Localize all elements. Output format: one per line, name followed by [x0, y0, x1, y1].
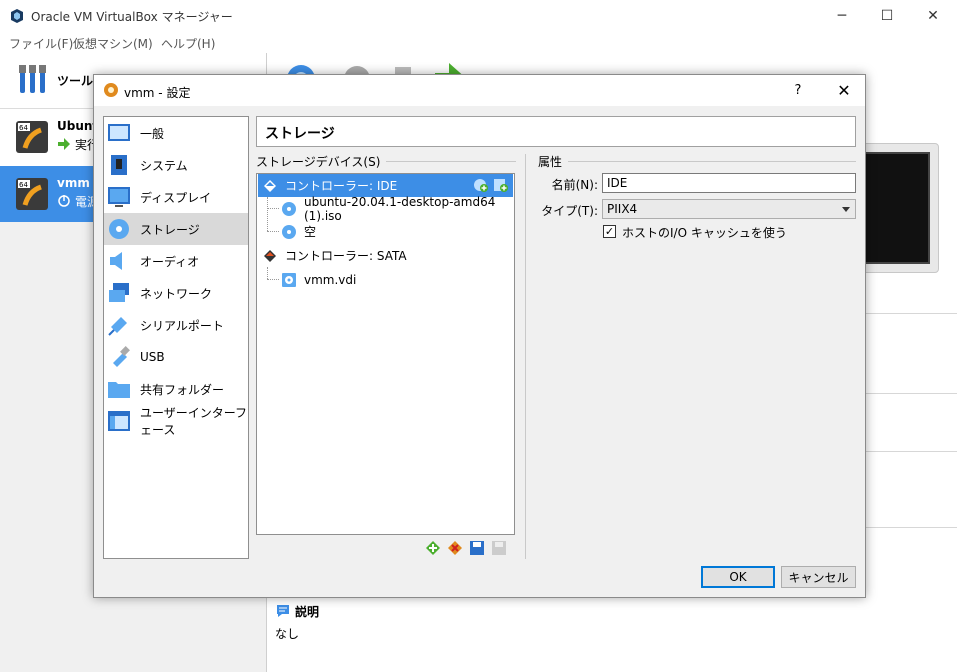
- network-icon: [109, 283, 129, 302]
- name-label: 名前(N):: [551, 178, 598, 192]
- attributes-label: 属性: [538, 155, 563, 169]
- description-text: なし: [275, 627, 300, 641]
- ok-button[interactable]: OK: [701, 566, 775, 588]
- add-optical-drive-icon[interactable]: [473, 177, 489, 193]
- main-window-title: Oracle VM VirtualBox マネージャー: [31, 10, 233, 24]
- category-label: システム: [140, 158, 188, 173]
- menu-help[interactable]: ヘルプ(H): [161, 35, 215, 52]
- category-label: ストレージ: [140, 222, 200, 237]
- vmm-vm-icon: 64: [16, 178, 48, 210]
- display-icon: [108, 187, 130, 207]
- category-user-interface[interactable]: ユーザーインターフェース: [104, 405, 248, 437]
- sata-controller-icon: [264, 249, 276, 262]
- tree-label: 空: [304, 225, 317, 239]
- category-storage[interactable]: ストレージ: [104, 213, 248, 245]
- category-label: 一般: [140, 126, 165, 141]
- controller-type-select[interactable]: PIIX4: [602, 199, 856, 219]
- storage-tree-toolbar: [424, 539, 514, 559]
- category-label: ネットワーク: [140, 286, 213, 301]
- menu-machine[interactable]: 仮想マシン(M): [73, 35, 153, 52]
- power-off-icon: [58, 195, 70, 207]
- dialog-close-button[interactable]: ✕: [828, 75, 860, 106]
- dialog-titlebar: vmm - 設定 ? ✕: [94, 75, 865, 106]
- category-label: ディスプレイ: [140, 190, 212, 205]
- host-io-cache-checkbox[interactable]: ✓: [603, 225, 616, 238]
- add-controller-icon[interactable]: [424, 539, 442, 557]
- category-serial-port[interactable]: シリアルポート: [104, 309, 248, 341]
- category-system[interactable]: システム: [104, 149, 248, 181]
- maximize-button[interactable]: ☐: [864, 0, 910, 31]
- separator: [386, 161, 516, 162]
- tree-controller-sata[interactable]: コントローラー: SATA: [258, 244, 513, 267]
- category-label: シリアルポート: [140, 318, 224, 333]
- storage-devices-label: ストレージデバイス(S): [256, 155, 381, 169]
- storage-device-tree[interactable]: コントローラー: IDE ubuntu-20.04.1-desktop-amd6…: [256, 173, 515, 535]
- tools-label: ツール: [57, 74, 94, 88]
- user-interface-icon: [108, 411, 130, 431]
- running-arrow-icon: [58, 138, 70, 150]
- category-audio[interactable]: オーディオ: [104, 245, 248, 277]
- usb-icon: [113, 346, 130, 367]
- virtualbox-icon: [11, 9, 23, 23]
- ubuntu-vm-icon: 64: [16, 121, 48, 153]
- remove-attachment-icon: [492, 541, 506, 555]
- main-close-button[interactable]: ✕: [910, 0, 956, 31]
- menu-file[interactable]: ファイル(F): [9, 35, 73, 52]
- add-attachment-icon[interactable]: [468, 539, 486, 557]
- cancel-button[interactable]: キャンセル: [781, 566, 856, 588]
- host-io-cache-label: ホストのI/O キャッシュを使う: [622, 226, 787, 240]
- category-label: ユーザーインターフェース: [140, 406, 248, 437]
- main-titlebar: Oracle VM VirtualBox マネージャー ─ ☐ ✕: [0, 0, 957, 31]
- serial-port-icon: [108, 317, 127, 336]
- storage-icon: [109, 219, 129, 239]
- tree-item-vdi[interactable]: vmm.vdi: [258, 268, 513, 291]
- category-label: 共有フォルダー: [140, 382, 225, 397]
- svg-text:64: 64: [19, 124, 28, 132]
- general-icon: [108, 124, 130, 141]
- tree-label: ubuntu-20.04.1-desktop-amd64 (1).iso: [304, 194, 496, 223]
- type-label: タイプ(T):: [541, 204, 598, 218]
- settings-category-list: 一般 システム ディスプレイ ストレージ オーディオ ネットワーク シリアルポー…: [103, 116, 249, 559]
- optical-disc-icon: [282, 224, 296, 239]
- dialog-title: vmm - 設定: [124, 86, 191, 100]
- minimize-button[interactable]: ─: [819, 0, 865, 31]
- controller-name-input[interactable]: IDE: [602, 173, 856, 193]
- tree-item-empty[interactable]: 空: [258, 220, 513, 243]
- add-hard-disk-icon[interactable]: [493, 177, 509, 193]
- audio-icon: [110, 252, 122, 270]
- pane-splitter[interactable]: [525, 154, 526, 559]
- chevron-down-icon: [842, 207, 850, 212]
- description-title: 説明: [295, 605, 320, 619]
- separator: [568, 161, 856, 162]
- controller-actions: [473, 177, 509, 193]
- remove-controller-icon[interactable]: [446, 539, 464, 557]
- ide-controller-icon: [264, 179, 276, 192]
- svg-text:64: 64: [19, 181, 28, 189]
- tree-label: vmm.vdi: [304, 272, 357, 287]
- optical-disc-icon: [282, 201, 296, 216]
- shared-folder-icon: [108, 382, 130, 398]
- category-label: USB: [140, 350, 165, 364]
- settings-dialog: vmm - 設定 ? ✕ 一般 システム ディスプレイ ストレージ オーディオ …: [93, 74, 866, 598]
- system-icon: [111, 155, 127, 175]
- help-button[interactable]: ?: [784, 75, 812, 106]
- category-label: オーディオ: [140, 254, 200, 269]
- category-general[interactable]: 一般: [104, 117, 248, 149]
- hard-disk-icon: [282, 272, 296, 287]
- description-icon: [277, 605, 289, 617]
- page-heading: ストレージ: [256, 116, 856, 147]
- tree-label: コントローラー: IDE: [285, 179, 398, 193]
- settings-gear-icon: [104, 83, 118, 97]
- type-value: PIIX4: [607, 202, 638, 216]
- tree-label: コントローラー: SATA: [285, 249, 407, 263]
- tree-item-iso[interactable]: ubuntu-20.04.1-desktop-amd64 (1).iso: [258, 194, 513, 223]
- category-shared-folders[interactable]: 共有フォルダー: [104, 373, 248, 405]
- vm-name: vmm: [57, 176, 90, 190]
- category-display[interactable]: ディスプレイ: [104, 181, 248, 213]
- category-network[interactable]: ネットワーク: [104, 277, 248, 309]
- tools-icon: [19, 65, 46, 93]
- menubar: ファイル(F) 仮想マシン(M) ヘルプ(H): [0, 31, 957, 53]
- category-usb[interactable]: USB: [104, 341, 248, 373]
